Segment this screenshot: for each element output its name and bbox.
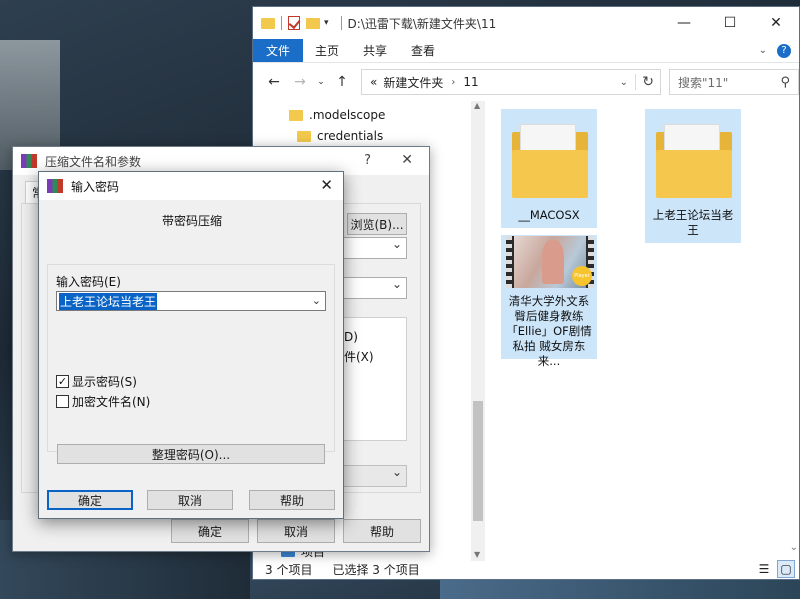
file-item-video[interactable]: Player 清华大学外文系臀后健身教练「Ellie」OF剧情私拍 贼女房东来.… <box>501 235 597 368</box>
set-password-button[interactable] <box>343 465 407 487</box>
help-icon[interactable]: ? <box>777 43 791 58</box>
video-figure <box>542 240 564 284</box>
content-scrollbar[interactable]: ⌄ <box>787 101 799 553</box>
encrypt-filenames-checkbox[interactable]: 加密文件名(N) <box>56 393 150 410</box>
details-view-icon[interactable]: ☰ <box>755 560 773 578</box>
tab-home[interactable]: 主页 <box>303 39 351 62</box>
ok-button[interactable]: 确定 <box>171 519 249 543</box>
chevron-down-icon[interactable]: ⌄ <box>620 77 628 88</box>
scroll-up-icon[interactable]: ▲ <box>474 101 480 110</box>
forward-arrow-icon[interactable]: → <box>287 74 313 90</box>
video-thumbnail: Player <box>506 236 594 288</box>
password-label: 输入密码(E) <box>56 275 121 289</box>
close-icon[interactable]: ✕ <box>401 152 413 168</box>
address-input[interactable]: « 新建文件夹 › 11 ⌄ ↻ <box>361 69 661 95</box>
tree-item-label: credentials <box>317 129 384 143</box>
tab-share[interactable]: 共享 <box>351 39 399 62</box>
close-icon[interactable]: ✕ <box>320 176 333 194</box>
breadcrumb-item[interactable]: 11 <box>463 75 478 89</box>
close-button[interactable]: ✕ <box>753 7 799 39</box>
help-button[interactable]: 帮助 <box>343 519 421 543</box>
checkbox-checked-icon[interactable]: ✓ <box>56 375 69 388</box>
password-group: 输入密码(E) 上老王论坛当老王 ⌄ ✓ 显示密码(S) 加密文件名(N) <box>47 264 335 452</box>
item-count: 3 个项目 <box>265 562 313 577</box>
film-strip <box>506 236 512 288</box>
breadcrumb-overflow[interactable]: « <box>370 75 377 89</box>
minimize-button[interactable]: — <box>661 7 707 39</box>
organize-passwords-button[interactable]: 整理密码(O)... <box>57 444 325 464</box>
ok-button[interactable]: 确定 <box>47 490 133 510</box>
back-arrow-icon[interactable]: ← <box>261 74 287 90</box>
enter-password-dialog: 输入密码 ✕ 带密码压缩 输入密码(E) 上老王论坛当老王 ⌄ ✓ 显示密码(S… <box>38 171 344 519</box>
selection-count: 已选择 3 个项目 <box>332 562 420 577</box>
search-icon[interactable]: ⚲ <box>780 75 790 90</box>
password-value: 上老王论坛当老王 <box>59 292 158 310</box>
file-name: __MACOSX <box>518 208 580 222</box>
scrollbar-thumb[interactable] <box>473 401 483 521</box>
dialog-title: 压缩文件名和参数 <box>45 154 142 169</box>
large-icons-view-icon[interactable]: ▢ <box>777 560 795 578</box>
folder-front <box>512 150 588 198</box>
refresh-icon[interactable]: ↻ <box>642 74 654 90</box>
up-arrow-icon[interactable]: ↑ <box>329 74 355 90</box>
password-input[interactable]: 上老王论坛当老王 ⌄ <box>56 291 326 311</box>
option-label[interactable]: D) <box>344 330 358 344</box>
tree-item-modelscope[interactable]: .modelscope <box>289 105 385 125</box>
divider <box>281 16 282 30</box>
chevron-down-icon[interactable]: ⌄ <box>312 294 321 307</box>
cancel-button[interactable]: 取消 <box>257 519 335 543</box>
maximize-button[interactable]: ☐ <box>707 7 753 39</box>
expand-ribbon-icon[interactable]: ⌄ <box>759 45 767 56</box>
folder-icon <box>261 17 275 29</box>
explorer-title-bar[interactable]: ▾ D:\迅雷下载\新建文件夹\11 — ☐ ✕ <box>253 7 799 39</box>
archive-options-box: D) 件(X) <box>343 317 407 441</box>
divider <box>635 74 636 90</box>
checkbox-unchecked-icon[interactable] <box>56 395 69 408</box>
new-folder-icon[interactable] <box>306 17 320 29</box>
tree-item-credentials[interactable]: credentials <box>297 126 383 146</box>
dialog-title-bar[interactable]: 输入密码 ✕ <box>39 172 343 200</box>
browse-button[interactable]: 浏览(B)... <box>347 213 407 235</box>
dialog-title: 输入密码 <box>71 179 120 194</box>
file-item-macosx[interactable]: __MACOSX <box>501 109 597 228</box>
dialog-subtitle: 带密码压缩 <box>161 214 222 228</box>
search-input[interactable]: 搜索"11" ⚲ <box>669 69 799 95</box>
tab-view[interactable]: 查看 <box>399 39 447 62</box>
help-button[interactable]: 帮助 <box>249 490 335 510</box>
help-icon[interactable]: ? <box>364 153 371 168</box>
ribbon-tabs: 文件 主页 共享 查看 ⌄ ? <box>253 39 799 63</box>
archive-name-dropdown[interactable] <box>343 237 407 259</box>
breadcrumb-item[interactable]: 新建文件夹 <box>383 74 443 91</box>
properties-icon[interactable] <box>288 16 300 30</box>
scroll-down-icon[interactable]: ⌄ <box>790 542 798 553</box>
folder-icon <box>289 109 303 121</box>
divider <box>340 16 342 30</box>
file-list-view: __MACOSX 上老王论坛当老王 Player 清华大学外文系臀后健身教练「E… <box>485 101 799 553</box>
winrar-icon <box>21 154 37 168</box>
option-label[interactable]: 件(X) <box>344 348 374 365</box>
winrar-icon <box>47 179 63 193</box>
checkbox-label: 显示密码(S) <box>72 375 137 389</box>
file-item-folder-2[interactable]: 上老王论坛当老王 <box>645 109 741 243</box>
tab-file[interactable]: 文件 <box>253 39 303 62</box>
show-password-checkbox[interactable]: ✓ 显示密码(S) <box>56 373 137 390</box>
checkbox-label: 加密文件名(N) <box>72 395 151 409</box>
file-name: 清华大学外文系臀后健身教练「Ellie」OF剧情私拍 贼女房东来... <box>506 294 592 368</box>
window-title: D:\迅雷下载\新建文件夹\11 <box>347 16 497 31</box>
folder-front <box>656 150 732 198</box>
file-name: 上老王论坛当老王 <box>652 208 734 237</box>
player-icon: Player <box>572 266 592 286</box>
chevron-down-icon[interactable]: ▾ <box>324 18 329 28</box>
recent-locations-icon[interactable]: ⌄ <box>313 77 329 87</box>
tree-item-label: .modelscope <box>309 108 386 122</box>
address-bar-row: ← → ⌄ ↑ « 新建文件夹 › 11 ⌄ ↻ 搜索"11" ⚲ <box>253 63 799 101</box>
folder-icon <box>297 130 311 142</box>
update-mode-dropdown[interactable] <box>343 277 407 299</box>
search-placeholder: 搜索"11" <box>678 75 729 90</box>
navigation-scrollbar[interactable]: ▲ ▼ <box>471 101 485 561</box>
cancel-button[interactable]: 取消 <box>147 490 233 510</box>
status-bar: 3 个项目 已选择 3 个项目 ☰ ▢ <box>253 557 799 579</box>
chevron-right-icon[interactable]: › <box>451 77 455 88</box>
